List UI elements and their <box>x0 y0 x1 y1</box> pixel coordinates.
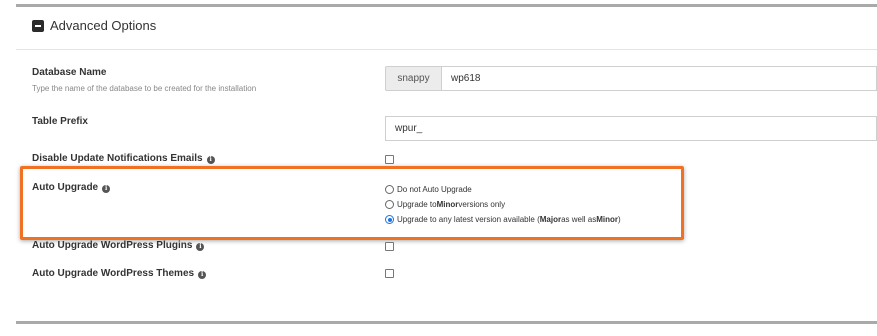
disable-notifications-label: Disable Update Notifications Emails i <box>32 153 215 164</box>
table-prefix-input[interactable] <box>385 116 877 141</box>
auto-upgrade-label: Auto Upgrade i <box>32 182 111 193</box>
option-emphasis: Minor <box>596 215 618 224</box>
advanced-options-header[interactable]: Advanced Options <box>32 18 156 33</box>
auto-upgrade-label-text: Auto Upgrade <box>32 182 99 193</box>
auto-upgrade-option-latest[interactable]: Upgrade to any latest version available … <box>385 215 621 224</box>
auto-upgrade-themes-label: Auto Upgrade WordPress Themes i <box>32 268 207 279</box>
radio-button[interactable] <box>385 200 394 209</box>
database-name-description: Type the name of the database to be crea… <box>32 84 257 93</box>
bottom-rule <box>16 321 877 324</box>
auto-upgrade-plugins-checkbox[interactable] <box>385 242 394 251</box>
option-text: Upgrade to <box>397 200 437 209</box>
section-title: Advanced Options <box>50 18 157 33</box>
option-text: ) <box>618 215 621 224</box>
auto-upgrade-themes-label-text: Auto Upgrade WordPress Themes <box>32 268 195 279</box>
option-emphasis: Major <box>539 215 562 224</box>
disable-notifications-label-text: Disable Update Notifications Emails <box>32 153 203 164</box>
auto-upgrade-option-minor[interactable]: Upgrade to Minor versions only <box>385 200 505 209</box>
option-text: as well as <box>561 215 597 224</box>
database-name-group: snappy <box>385 66 877 91</box>
option-text: versions only <box>458 200 506 209</box>
info-icon[interactable]: i <box>196 243 205 251</box>
top-rule <box>16 4 877 7</box>
auto-upgrade-themes-checkbox[interactable] <box>385 269 394 278</box>
database-prefix-addon: snappy <box>385 66 441 91</box>
radio-button[interactable] <box>385 185 394 194</box>
option-text: Upgrade to any latest version available … <box>397 215 540 224</box>
option-text: Do not Auto Upgrade <box>397 185 472 194</box>
highlight-box <box>20 166 684 240</box>
auto-upgrade-option-none[interactable]: Do not Auto Upgrade <box>385 185 472 194</box>
section-divider <box>16 49 877 50</box>
auto-upgrade-plugins-label-text: Auto Upgrade WordPress Plugins <box>32 240 193 251</box>
radio-button-selected[interactable] <box>385 215 394 224</box>
minus-square-icon[interactable] <box>32 19 44 32</box>
info-icon[interactable]: i <box>206 156 215 164</box>
disable-notifications-checkbox[interactable] <box>385 155 394 164</box>
table-prefix-label: Table Prefix <box>32 116 88 127</box>
option-emphasis: Minor <box>436 200 459 209</box>
info-icon[interactable]: i <box>198 271 207 279</box>
database-name-label: Database Name <box>32 67 107 78</box>
database-name-input[interactable] <box>441 66 877 91</box>
info-icon[interactable]: i <box>102 185 111 193</box>
auto-upgrade-plugins-label: Auto Upgrade WordPress Plugins i <box>32 240 205 251</box>
